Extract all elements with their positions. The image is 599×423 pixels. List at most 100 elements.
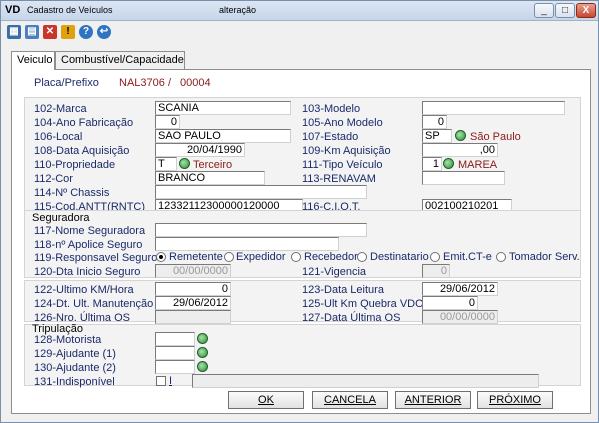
local-field[interactable]: SAO PAULO (155, 129, 291, 143)
km-aquisicao-label: 109-Km Aquisição (302, 145, 391, 157)
cancela-button[interactable]: CANCELA (312, 391, 388, 409)
radio-emit-cte[interactable] (430, 252, 440, 262)
ultimo-km-label: 122-Ultimo KM/Hora (34, 284, 134, 296)
maximize-button[interactable]: □ (555, 3, 575, 18)
help-icon[interactable]: ? (79, 25, 93, 39)
ajudante-2-lookup-icon[interactable] (197, 361, 208, 372)
tipo-veiculo-label: 111-Tipo Veículo (302, 159, 383, 171)
seguradora-title: Seguradora (32, 212, 90, 224)
radio-expedidor[interactable] (224, 252, 234, 262)
placa-value: NAL3706 (119, 77, 165, 89)
apolice-field[interactable] (155, 237, 339, 251)
ult-km-quebra-field[interactable]: 0 (422, 296, 478, 310)
radio-emit-cte-label: Emit.CT-e (443, 251, 492, 263)
marca-label: 102-Marca (34, 103, 87, 115)
propriedade-lookup-icon[interactable] (179, 158, 190, 169)
toolbar: ▦ ▤ ✕ ! ? ↩ (1, 22, 598, 42)
estado-description: São Paulo (470, 131, 521, 143)
ano-modelo-label: 105-Ano Modelo (302, 117, 383, 129)
ult-km-quebra-label: 125-Ult Km Quebra VDO (302, 298, 424, 310)
ajudante-1-label: 129-Ajudante (1) (34, 348, 116, 360)
renavam-label: 113-RENAVAM (302, 173, 376, 185)
document-icon[interactable]: ▤ (25, 25, 39, 39)
placa-label: Placa/Prefixo (34, 77, 99, 89)
data-leitura-field[interactable]: 29/06/2012 (422, 282, 498, 296)
motorista-lookup-icon[interactable] (197, 333, 208, 344)
indisponivel-check-label: I (169, 375, 173, 387)
ajudante-2-field[interactable] (155, 360, 195, 374)
vigencia-field[interactable]: 0 (422, 264, 450, 278)
ajudante-2-label: 130-Ajudante (2) (34, 362, 116, 374)
tab-combustivel[interactable]: Combustível/Capacidade (55, 51, 185, 69)
indisponivel-reason-field[interactable] (192, 374, 539, 388)
indisponivel-checkbox[interactable] (156, 376, 166, 386)
data-aquisicao-field[interactable]: 20/04/1990 (155, 143, 245, 157)
dt-ult-manutencao-label: 124-Dt. Ult. Manutenção (34, 298, 154, 310)
ajudante-1-lookup-icon[interactable] (197, 347, 208, 358)
window-mode: alteração (219, 5, 257, 15)
tipo-veiculo-lookup-icon[interactable] (443, 158, 454, 169)
estado-label: 107-Estado (302, 131, 359, 143)
responsavel-seguro-label: 119-Responsavel Seguro (34, 252, 158, 264)
propriedade-label: 110-Propriedade (34, 159, 116, 171)
local-label: 106-Local (34, 131, 83, 143)
anterior-button[interactable]: ANTERIOR (395, 391, 471, 409)
data-ultima-os-field[interactable]: 00/00/0000 (422, 310, 498, 324)
nome-seguradora-label: 117-Nome Seguradora (34, 225, 146, 237)
window-title: Cadastro de Veículos (27, 5, 113, 15)
exit-icon[interactable]: ↩ (97, 25, 111, 39)
tipo-veiculo-field[interactable]: 1 (422, 157, 442, 171)
chassis-label: 114-Nº Chassis (34, 187, 110, 199)
minimize-button[interactable]: _ (534, 3, 554, 18)
propriedade-field[interactable]: T (155, 157, 177, 171)
radio-recebedor-label: Recebedor (304, 251, 358, 263)
indisponivel-label: 131-Indisponível (34, 376, 115, 388)
nome-seguradora-field[interactable] (155, 223, 367, 237)
title-bar: VD Cadastro de Veículos alteração _ □ X (1, 1, 598, 21)
estado-field[interactable]: SP (422, 129, 452, 143)
chassis-field[interactable] (155, 185, 367, 199)
placa-separator: / (168, 77, 172, 89)
vehicle-panel: Placa/Prefixo NAL3706 / 00004 102-Marca … (11, 69, 591, 414)
ano-fabricacao-field[interactable]: 0 (155, 115, 180, 129)
proximo-button[interactable]: PRÓXIMO (477, 391, 553, 409)
nro-ultima-os-field[interactable] (155, 310, 231, 324)
data-ultima-os-label: 127-Data Última OS (302, 312, 401, 324)
km-aquisicao-field[interactable]: ,00 (422, 143, 498, 157)
dta-inicio-seguro-field[interactable]: 00/00/0000 (155, 264, 231, 278)
motorista-field[interactable] (155, 332, 195, 346)
radio-recebedor[interactable] (291, 252, 301, 262)
radio-destinatario[interactable] (357, 252, 367, 262)
radio-remetente-label: Remetente (169, 251, 223, 263)
radio-tomador-label: Tomador Serv. (509, 251, 580, 263)
vigencia-label: 121-Vigencia (302, 266, 367, 278)
modelo-field[interactable] (422, 101, 565, 115)
radio-destinatario-label: Destinatario (370, 251, 429, 263)
data-leitura-label: 123-Data Leitura (302, 284, 384, 296)
tipo-veiculo-description: MAREA (458, 159, 498, 171)
tab-veiculo[interactable]: Veiculo (11, 51, 55, 70)
radio-remetente[interactable] (156, 252, 166, 262)
cor-field[interactable]: BRANCO (155, 171, 265, 185)
grid-icon[interactable]: ▦ (7, 25, 21, 39)
ultimo-km-field[interactable]: 0 (155, 282, 231, 296)
estado-lookup-icon[interactable] (455, 130, 466, 141)
marca-field[interactable]: SCANIA (155, 101, 291, 115)
radio-tomador[interactable] (496, 252, 506, 262)
app-logo: VD (5, 4, 21, 16)
dt-ult-manutencao-field[interactable]: 29/06/2012 (155, 296, 231, 310)
close-button[interactable]: X (576, 3, 596, 18)
propriedade-description: Terceiro (193, 159, 233, 171)
motorista-label: 128-Motorista (34, 334, 102, 346)
radio-expedidor-label: Expedidor (236, 251, 286, 263)
warning-icon[interactable]: ! (61, 25, 75, 39)
delete-icon[interactable]: ✕ (43, 25, 57, 39)
ajudante-1-field[interactable] (155, 346, 195, 360)
ok-button[interactable]: OK (228, 391, 304, 409)
vehicle-register-window: VD Cadastro de Veículos alteração _ □ X … (0, 0, 599, 423)
renavam-field[interactable] (422, 171, 505, 185)
dta-inicio-seguro-label: 120-Dta Inicio Seguro (34, 266, 141, 278)
modelo-label: 103-Modelo (302, 103, 361, 115)
ano-modelo-field[interactable]: 0 (422, 115, 447, 129)
apolice-label: 118-nº Apolice Seguro (34, 239, 143, 251)
